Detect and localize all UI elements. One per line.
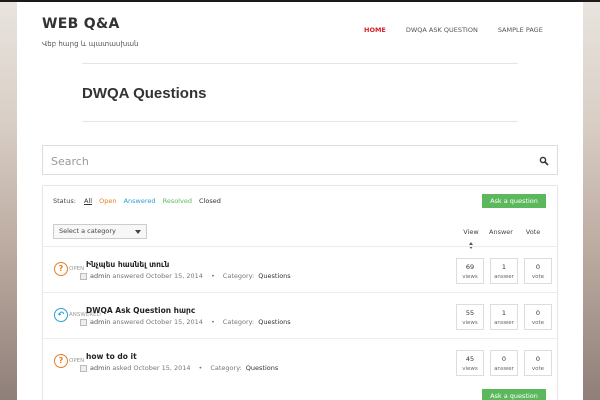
main-nav: HOME DWQA ASK QUESTION SAMPLE PAGE [364, 26, 563, 34]
answers-count: 0 answer [490, 350, 518, 376]
column-header-vote: Vote [525, 228, 541, 236]
category-link[interactable]: Questions [246, 364, 278, 372]
nav-item-sample-page[interactable]: SAMPLE PAGE [498, 26, 543, 34]
votes-number: 0 [535, 355, 541, 363]
avatar [80, 318, 87, 326]
search-input[interactable] [51, 152, 521, 170]
category-label: Category: [210, 364, 242, 372]
author-link[interactable]: admin [90, 318, 110, 326]
avatar [80, 272, 87, 280]
search-box [42, 145, 558, 175]
reply-icon: ↶ [54, 308, 68, 322]
votes-label: vote [531, 274, 545, 280]
question-title-link[interactable]: DWQA Ask Question hարc [86, 306, 195, 315]
question-open-icon: ? [54, 354, 68, 368]
views-label: views [462, 320, 478, 326]
answers-number: 1 [501, 309, 507, 317]
page-container: WEB Q&A Վեբ հարց և պատասխան HOME DWQA AS… [17, 2, 583, 400]
votes-label: vote [531, 366, 545, 372]
category-select[interactable]: Select a category [53, 224, 147, 239]
category-label: Category: [222, 272, 255, 280]
question-meta: admin answered October 15, 2014 • Catego… [80, 272, 291, 280]
question-action: answered [112, 318, 144, 326]
question-title-link[interactable]: how to do it [86, 352, 137, 361]
votes-number: 0 [535, 263, 541, 271]
votes-label: vote [531, 320, 545, 326]
answers-number: 1 [501, 263, 507, 271]
column-header-view: View [463, 228, 479, 236]
search-icon[interactable] [539, 156, 549, 166]
answers-count: 1 answer [490, 258, 518, 284]
views-label: views [462, 366, 478, 372]
author-link[interactable]: admin [90, 364, 110, 372]
questions-list: Status: All Open Answered Resolved Close… [42, 185, 558, 400]
author-link[interactable]: admin [90, 272, 110, 280]
avatar [80, 364, 87, 372]
divider-top [82, 63, 518, 64]
question-open-icon: ? [54, 262, 68, 276]
category-link[interactable]: Questions [258, 318, 290, 326]
category-link[interactable]: Questions [258, 272, 290, 280]
votes-number: 0 [535, 309, 541, 317]
views-number: 69 [465, 263, 475, 271]
status-filter-label: Status: [53, 197, 76, 205]
ask-question-button[interactable]: Ask a question [482, 194, 546, 208]
filter-open[interactable]: Open [99, 197, 116, 205]
views-number: 55 [465, 309, 475, 317]
status-filter: Status: All Open Answered Resolved Close… [53, 197, 226, 205]
question-action: answered [112, 272, 144, 280]
votes-count: 0 vote [524, 304, 552, 330]
filter-answered[interactable]: Answered [124, 197, 156, 205]
filter-all[interactable]: All [84, 197, 92, 205]
votes-count: 0 vote [524, 350, 552, 376]
filter-resolved[interactable]: Resolved [163, 197, 192, 205]
answers-count: 1 answer [490, 304, 518, 330]
question-date: October 15, 2014 [145, 318, 203, 326]
filter-closed[interactable]: Closed [199, 197, 221, 205]
nav-item-dwqa-ask-question[interactable]: DWQA ASK QUESTION [406, 26, 478, 34]
category-label: Category: [222, 318, 255, 326]
views-label: views [462, 274, 478, 280]
ask-question-button-bottom[interactable]: Ask a question [482, 389, 546, 400]
question-meta: admin answered October 15, 2014 • Catego… [80, 318, 291, 326]
site-tagline: Վեբ հարց և պատասխան [42, 40, 139, 48]
page-title: DWQA Questions [82, 85, 207, 102]
question-row: ? Open how to do it admin asked October … [43, 338, 557, 384]
question-date: October 15, 2014 [133, 364, 191, 372]
views-number: 45 [465, 355, 475, 363]
question-title-link[interactable]: Ինչպես հասնել տուն [86, 260, 169, 269]
question-row: ↶ Answered DWQA Ask Question hարc admin … [43, 292, 557, 338]
answers-label: answer [494, 320, 514, 326]
question-date: October 15, 2014 [145, 272, 203, 280]
site-title[interactable]: WEB Q&A [42, 16, 120, 32]
views-count: 45 views [456, 350, 484, 376]
divider-bottom [82, 121, 518, 122]
chevron-down-icon [135, 230, 141, 234]
nav-item-home[interactable]: HOME [364, 26, 386, 34]
question-meta: admin asked October 15, 2014 • Category:… [80, 364, 278, 372]
column-header-answer: Answer [489, 228, 513, 236]
question-action: asked [112, 364, 132, 372]
category-select-value: Select a category [59, 227, 116, 235]
votes-count: 0 vote [524, 258, 552, 284]
views-count: 55 views [456, 304, 484, 330]
question-row: ? Open Ինչպես հասնել տուն admin answered… [43, 246, 557, 292]
answers-label: answer [494, 366, 514, 372]
views-count: 69 views [456, 258, 484, 284]
answers-label: answer [494, 274, 514, 280]
answers-number: 0 [501, 355, 507, 363]
